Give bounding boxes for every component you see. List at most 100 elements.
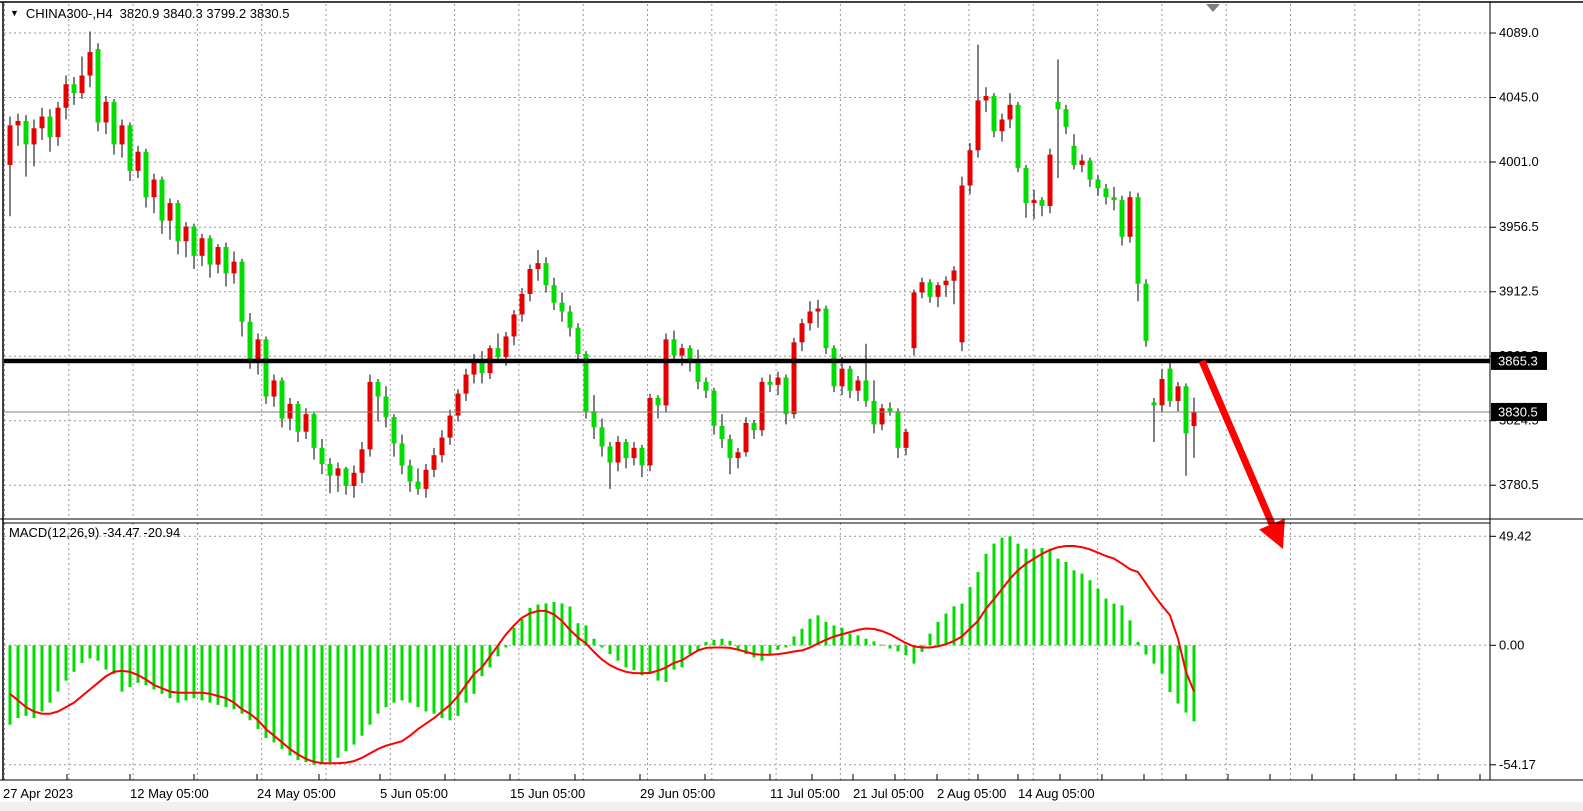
macd-histogram-bar (409, 645, 412, 702)
macd-histogram-bar (1193, 645, 1196, 721)
candle-body (912, 292, 917, 348)
chart-canvas[interactable]: 4089.04045.04001.03956.53912.53868.53824… (0, 0, 1583, 811)
macd-histogram-bar (921, 645, 924, 652)
macd-histogram-bar (473, 645, 476, 694)
macd-histogram-bar (273, 645, 276, 742)
candle-body (680, 348, 685, 355)
macd-histogram-bar (513, 628, 516, 646)
trend-arrow-line[interactable] (1202, 361, 1272, 524)
macd-histogram-bar (609, 645, 612, 654)
candle-body (672, 339, 677, 355)
candle-body (224, 247, 229, 273)
candle-body (496, 348, 501, 357)
time-axis-label[interactable]: 11 Jul 05:00 (770, 786, 840, 801)
candle-body (1112, 197, 1117, 200)
candle-body (408, 465, 413, 481)
chart-title: ▼ CHINA300-,H4 3820.9 3840.3 3799.2 3830… (10, 6, 290, 21)
macd-histogram-bar (89, 645, 92, 658)
macd-histogram-bar (441, 645, 444, 718)
candle-body (376, 382, 381, 397)
macd-histogram-bar (1057, 559, 1060, 646)
macd-tick-label: -54.17 (1499, 757, 1536, 772)
symbol-dropdown-icon[interactable]: ▼ (10, 8, 19, 18)
candle-body (448, 416, 453, 438)
candle-body (264, 339, 269, 396)
time-axis-label[interactable]: 24 May 05:00 (257, 786, 336, 801)
candle-body (280, 380, 285, 418)
candle-body (856, 380, 861, 390)
time-axis-label[interactable]: 2 Aug 05:00 (937, 786, 1006, 801)
candle-body (168, 203, 173, 221)
candle-body (616, 442, 621, 463)
time-axis-label[interactable]: 21 Jul 05:00 (853, 786, 924, 801)
candle-body (576, 328, 581, 354)
macd-histogram-bar (1041, 548, 1044, 645)
price-tick-label: 3780.5 (1499, 477, 1539, 492)
macd-histogram-bar (777, 645, 780, 649)
chart-shift-marker-icon[interactable] (1206, 4, 1220, 12)
macd-histogram-bar (657, 645, 660, 680)
candle-body (832, 348, 837, 386)
macd-histogram-bar (81, 645, 84, 663)
macd-histogram-bar (1145, 645, 1148, 654)
time-axis-label[interactable]: 15 Jun 05:00 (510, 786, 585, 801)
macd-histogram-bar (673, 645, 676, 669)
macd-histogram-bar (417, 645, 420, 707)
macd-histogram-bar (105, 645, 108, 669)
candle-body (416, 482, 421, 489)
candle-body (840, 369, 845, 387)
macd-histogram-bar (1065, 562, 1068, 645)
candle-body (1024, 168, 1029, 203)
candle-body (800, 323, 805, 342)
macd-histogram-bar (465, 645, 468, 702)
time-axis-label[interactable]: 29 Jun 05:00 (640, 786, 715, 801)
candle-body (256, 339, 261, 360)
candle-body (1040, 200, 1045, 206)
macd-histogram-bar (401, 645, 404, 700)
price-tick-label: 4089.0 (1499, 25, 1539, 40)
time-axis-label[interactable]: 27 Apr 2023 (3, 786, 73, 801)
candle-body (696, 363, 701, 382)
candle-body (656, 398, 661, 405)
macd-histogram-bar (241, 645, 244, 713)
candle-body (768, 382, 773, 385)
candle-body (400, 443, 405, 465)
macd-histogram-bar (889, 645, 892, 648)
time-axis-label[interactable]: 14 Aug 05:00 (1018, 786, 1095, 801)
time-axis-label[interactable]: 12 May 05:00 (130, 786, 209, 801)
candle-body (152, 180, 157, 198)
candle-body (296, 404, 301, 432)
candle-body (464, 375, 469, 394)
candle-body (32, 128, 37, 144)
macd-histogram-bar (961, 604, 964, 646)
candle-body (272, 380, 277, 396)
macd-histogram-bar (985, 554, 988, 646)
candle-body (1032, 200, 1037, 203)
macd-histogram-bar (41, 645, 44, 711)
candle-body (240, 262, 245, 322)
chart-window: 4089.04045.04001.03956.53912.53868.53824… (0, 0, 1583, 811)
macd-histogram-bar (257, 645, 260, 729)
status-strip (0, 802, 1583, 811)
candle-body (824, 309, 829, 349)
macd-histogram-bar (705, 642, 708, 645)
candle-body (48, 117, 53, 138)
candle-body (384, 397, 389, 418)
macd-histogram-bar (249, 645, 252, 720)
price-tick-label: 3912.5 (1499, 284, 1539, 299)
candle-body (1072, 146, 1077, 165)
macd-signal-line (10, 546, 1194, 763)
horizontal-line-3865[interactable] (4, 359, 1490, 364)
candle-body (592, 411, 597, 427)
macd-histogram-bar (913, 645, 916, 663)
time-axis-label[interactable]: 5 Jun 05:00 (380, 786, 448, 801)
macd-histogram-bar (1121, 605, 1124, 645)
macd-histogram-bar (945, 614, 948, 646)
candle-body (1104, 188, 1109, 197)
candle-body (344, 468, 349, 486)
candle-body (896, 411, 901, 448)
candle-body (504, 336, 509, 357)
macd-histogram-bar (193, 645, 196, 698)
macd-histogram-bar (1169, 645, 1172, 692)
candle-body (176, 203, 181, 241)
